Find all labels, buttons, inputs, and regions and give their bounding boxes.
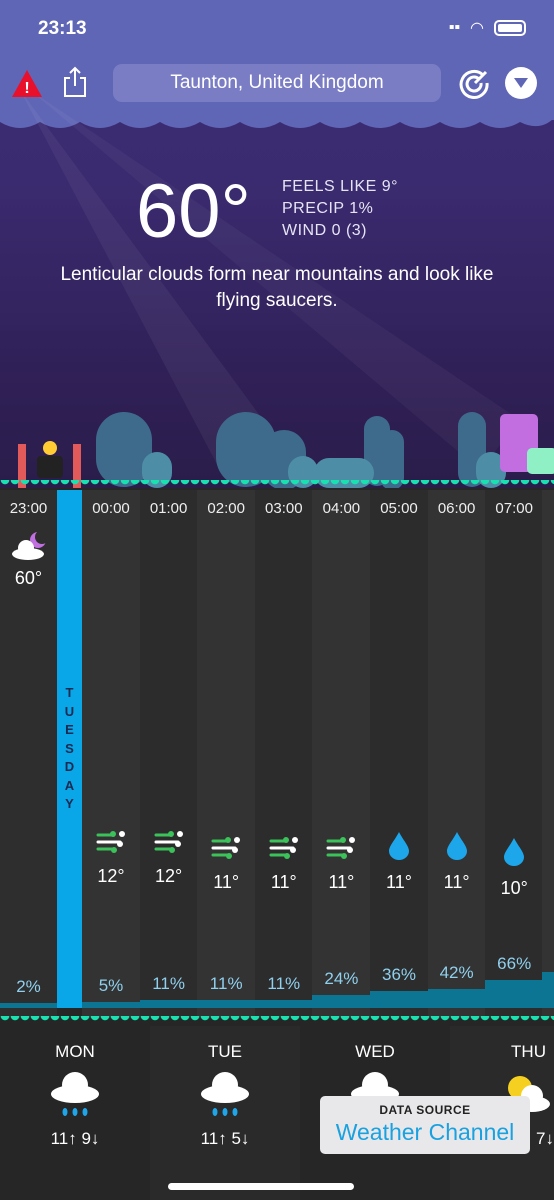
wind-icon	[326, 837, 356, 859]
hour-label: 01:00	[149, 500, 188, 517]
hour-temp: 10°	[500, 878, 528, 898]
hour-temp: 11°	[270, 872, 297, 892]
day-name: THU	[511, 1042, 546, 1061]
precip-percent: 11%	[152, 974, 185, 994]
wind: WIND 0 (3)	[282, 222, 367, 239]
raindrop-icon	[446, 832, 467, 860]
data-source-label: DATA SOURCE	[379, 1103, 471, 1117]
moon-cloud-icon	[12, 530, 48, 560]
current-stats: FEELS LIKE 9° PRECIP 1% WIND 0 (3)	[282, 176, 398, 242]
location-selector[interactable]: Taunton, United Kingdom	[113, 64, 441, 102]
day-name: WED	[355, 1042, 395, 1061]
feels-like: FEELS LIKE 9°	[282, 178, 399, 195]
raindrop-icon	[504, 838, 525, 866]
hour-column[interactable]: 02:00 11° 11%	[197, 490, 256, 1018]
weather-fact: Lenticular clouds form near mountains an…	[60, 264, 494, 311]
hour-column-now[interactable]: 23:00 60° 2%	[0, 490, 57, 1018]
hour-label: 04:00	[322, 500, 361, 517]
data-source-badge[interactable]: DATA SOURCE Weather Channel	[320, 1096, 530, 1154]
alert-icon[interactable]: !	[10, 66, 44, 100]
hour-column[interactable]: 03:00 11° 11%	[254, 490, 313, 1018]
wave-divider	[0, 1016, 554, 1026]
hour-temp: 12°	[154, 866, 183, 886]
share-icon[interactable]	[58, 64, 92, 100]
hour-column[interactable]: 07:00 10° 66%	[485, 490, 544, 1018]
day-name: MON	[55, 1042, 95, 1061]
status-time: 23:13	[38, 18, 87, 39]
precip-fill	[197, 1000, 256, 1008]
hour-column[interactable]: 06:00 11° 42%	[427, 490, 486, 1018]
hour-label: 23:00	[9, 500, 48, 517]
rain-cloud-icon	[201, 1072, 249, 1116]
precip-percent: 11%	[267, 974, 301, 994]
precip-fill	[485, 980, 544, 1008]
home-indicator[interactable]	[168, 1183, 354, 1190]
cellular-signal-icon: ▪▪	[448, 19, 461, 36]
precip-percent: 24%	[324, 969, 359, 989]
day-temps: 11↑ 5↓	[200, 1129, 250, 1148]
wifi-icon: ◠	[470, 20, 484, 37]
wind-icon	[269, 837, 298, 859]
precip-fill	[370, 991, 428, 1008]
precip-percent: 66%	[497, 954, 532, 974]
precip-fill	[82, 1002, 140, 1008]
hour-label: 07:00	[495, 500, 533, 517]
hour-column[interactable]: 01:00 12° 11%	[139, 490, 198, 1018]
svg-text:!: !	[24, 80, 29, 97]
status-icons: ▪▪ ◠	[449, 18, 526, 38]
day-marker-tuesday: TUESDAY	[57, 490, 82, 1008]
precip-fill	[542, 972, 554, 1008]
precip-percent: 2%	[16, 977, 41, 997]
precip-fill	[312, 995, 371, 1008]
current-temperature: 60°	[136, 169, 251, 254]
precip-fill	[139, 1000, 198, 1008]
hour-temp: 11°	[443, 872, 470, 892]
precip-percent: 5%	[98, 976, 124, 996]
rain-cloud-icon	[51, 1072, 99, 1116]
data-source-name: Weather Channel	[335, 1119, 515, 1145]
day-marker-label: TUESDAY	[64, 685, 75, 811]
hour-label: 00:00	[92, 500, 130, 517]
raindrop-icon	[389, 832, 409, 860]
day-name: TUE	[208, 1042, 242, 1061]
current-conditions-hero: 23:13 ▪▪ ◠ ! Taunton, United Kingdom 60°…	[0, 0, 554, 488]
hour-label: 02:00	[207, 500, 245, 517]
precip-percent: 36%	[381, 965, 417, 985]
precip-fill	[427, 988, 486, 1008]
hour-label: 05:00	[380, 500, 418, 517]
day-column[interactable]: TUE 11↑ 5↓	[150, 1026, 300, 1200]
hour-label: 03:00	[265, 500, 303, 517]
precip-fill	[254, 1000, 313, 1008]
hour-temp: 60°	[14, 568, 43, 588]
hour-temp: 11°	[213, 872, 240, 892]
day-temps: 11↑ 9↓	[50, 1129, 100, 1148]
hour-column[interactable]: 04:00 11° 24%	[312, 490, 371, 1018]
day-column[interactable]: MON 11↑ 9↓	[0, 1026, 150, 1200]
hour-label: 06:00	[437, 500, 476, 517]
wave-divider	[0, 480, 554, 490]
hour-temp: 11°	[386, 872, 412, 892]
hour-column[interactable]: 00:00 12° 5%	[82, 490, 140, 1018]
hour-temp: 11°	[328, 872, 355, 892]
precip-percent: 11%	[209, 974, 243, 994]
hour-column[interactable]: 05:00 11° 36%	[370, 490, 428, 1018]
radar-icon[interactable]	[458, 66, 492, 100]
precip-percent: 42%	[439, 962, 474, 982]
wind-icon	[211, 837, 241, 859]
precip: PRECIP 1%	[282, 200, 374, 217]
wind-icon	[96, 831, 125, 853]
battery-icon	[494, 20, 526, 36]
hourly-forecast[interactable]: 23:00 60° 2% TUESDAY 00:00 12° 5% 01:00 1…	[0, 490, 554, 1018]
hour-temp: 12°	[97, 866, 125, 886]
precip-fill	[0, 1003, 57, 1008]
wind-icon	[154, 831, 183, 853]
hour-column-next[interactable]	[542, 490, 554, 1018]
dropdown-icon[interactable]	[505, 67, 537, 99]
